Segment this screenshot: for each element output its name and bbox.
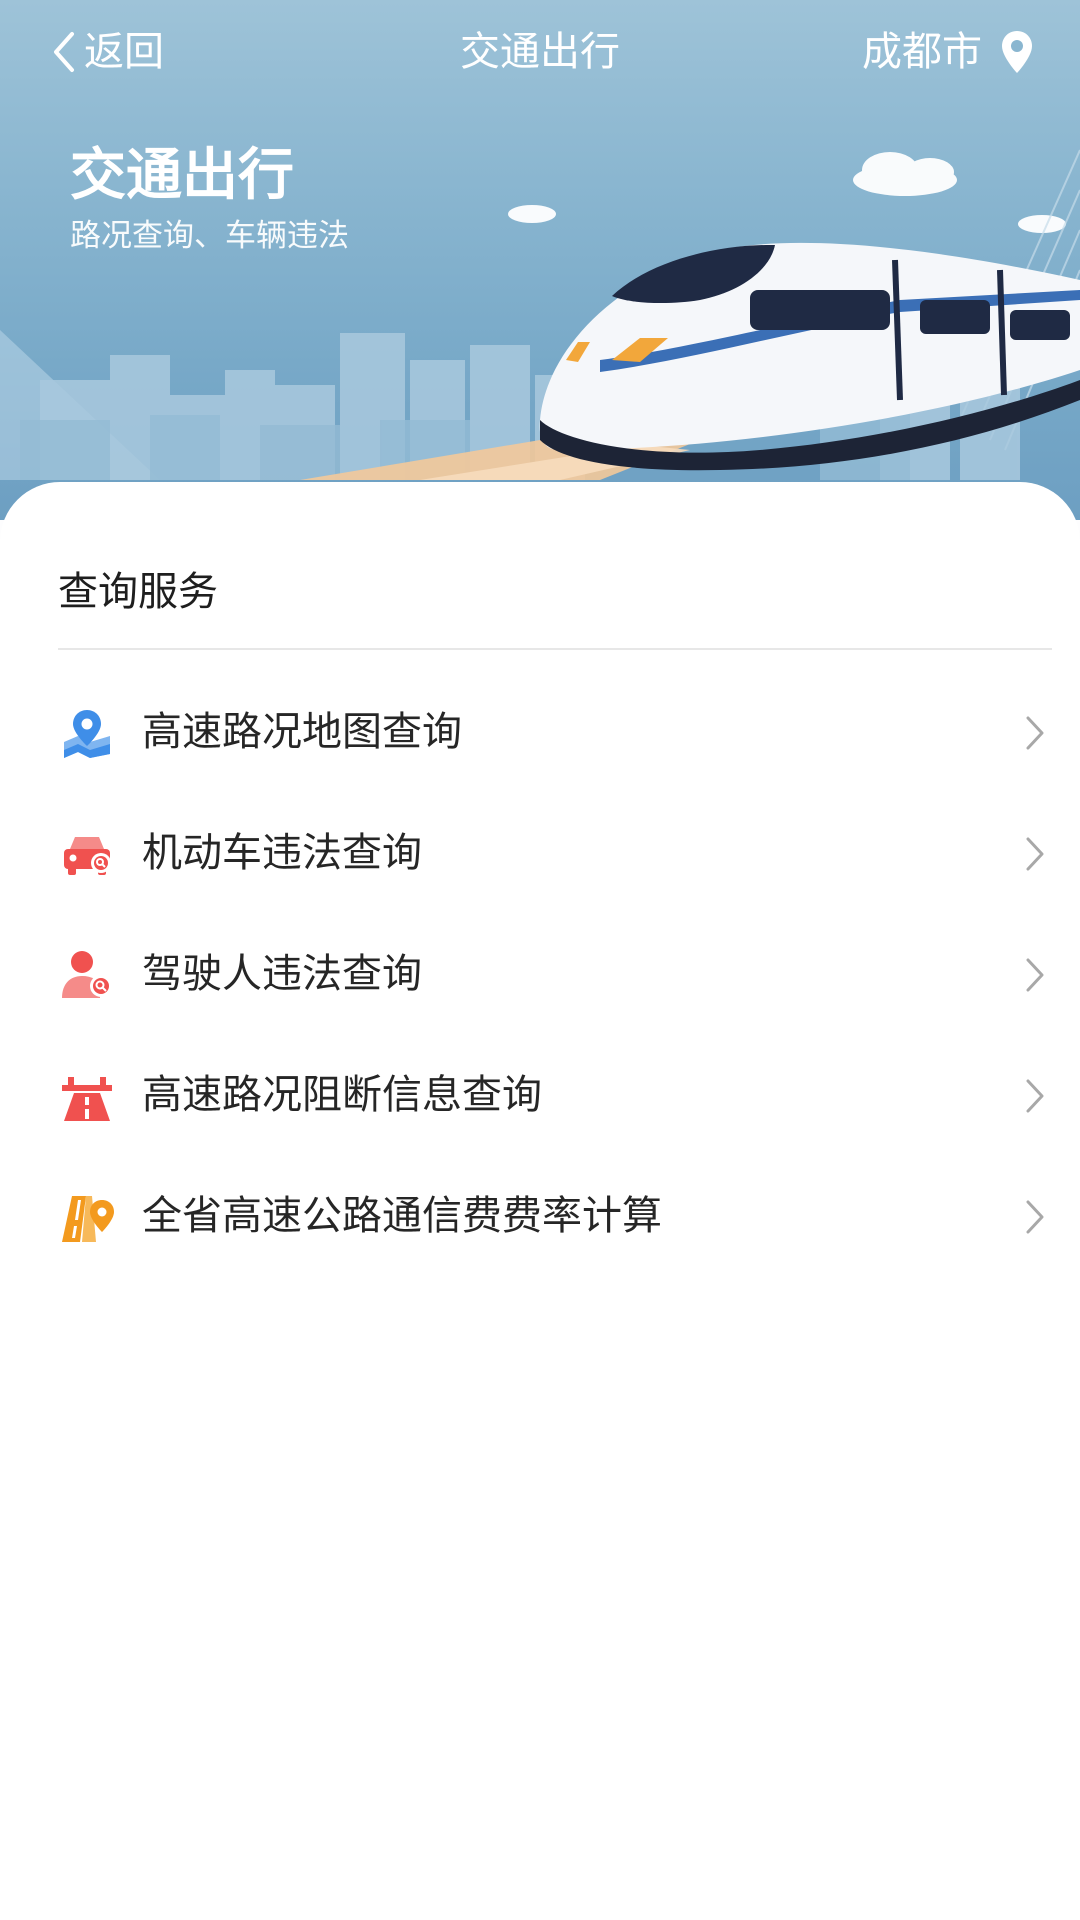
- city-selector[interactable]: 成都市: [862, 24, 1034, 80]
- chevron-right-icon: [1026, 1079, 1044, 1113]
- service-card: 查询服务 高速路况地图查询 机动车违法查询 驾驶人违法查询 高速路况阻断信息查询…: [0, 482, 1080, 1920]
- chevron-right-icon: [1026, 837, 1044, 871]
- chevron-right-icon: [1026, 716, 1044, 750]
- service-label: 驾驶人违法查询: [142, 951, 422, 997]
- service-item-vehicle-violation[interactable]: 机动车违法查询: [0, 793, 1080, 914]
- map-location-icon: [64, 710, 110, 758]
- service-label: 高速路况阻断信息查询: [142, 1072, 542, 1118]
- chevron-right-icon: [1026, 958, 1044, 992]
- city-label: 成都市: [862, 29, 982, 75]
- service-label: 高速路况地图查询: [142, 709, 462, 755]
- service-item-highway-blocked[interactable]: 高速路况阻断信息查询: [0, 1035, 1080, 1156]
- chevron-left-icon: [54, 32, 74, 72]
- service-label: 全省高速公路通信费费率计算: [142, 1193, 662, 1239]
- service-item-driver-violation[interactable]: 驾驶人违法查询: [0, 914, 1080, 1035]
- service-label: 机动车违法查询: [142, 830, 422, 876]
- service-list: 高速路况地图查询 机动车违法查询 驾驶人违法查询 高速路况阻断信息查询 全省高速…: [0, 672, 1080, 1277]
- traffic-page: 返回 交通出行 成都市 交通出行 路况查询、车辆违法 查询服务 高速路况地图查询…: [0, 0, 1080, 1920]
- back-label: 返回: [84, 29, 164, 75]
- service-item-toll-calculator[interactable]: 全省高速公路通信费费率计算: [0, 1156, 1080, 1277]
- nav-bar: 返回 交通出行 成都市: [0, 0, 1080, 104]
- car-search-icon: [64, 837, 111, 875]
- hero-banner: 返回 交通出行 成都市 交通出行 路况查询、车辆违法: [0, 0, 1080, 520]
- highway-blocked-icon: [62, 1077, 112, 1121]
- location-pin-icon: [1002, 31, 1032, 73]
- hero-subtitle: 路况查询、车辆违法: [70, 218, 349, 254]
- chevron-right-icon: [1026, 1200, 1044, 1234]
- road-toll-icon: [62, 1196, 114, 1242]
- section-title: 查询服务: [58, 569, 218, 615]
- back-button[interactable]: 返回: [48, 24, 164, 80]
- hero-title: 交通出行: [70, 143, 294, 208]
- divider: [58, 648, 1052, 650]
- service-item-highway-map[interactable]: 高速路况地图查询: [0, 672, 1080, 793]
- driver-search-icon: [62, 951, 112, 998]
